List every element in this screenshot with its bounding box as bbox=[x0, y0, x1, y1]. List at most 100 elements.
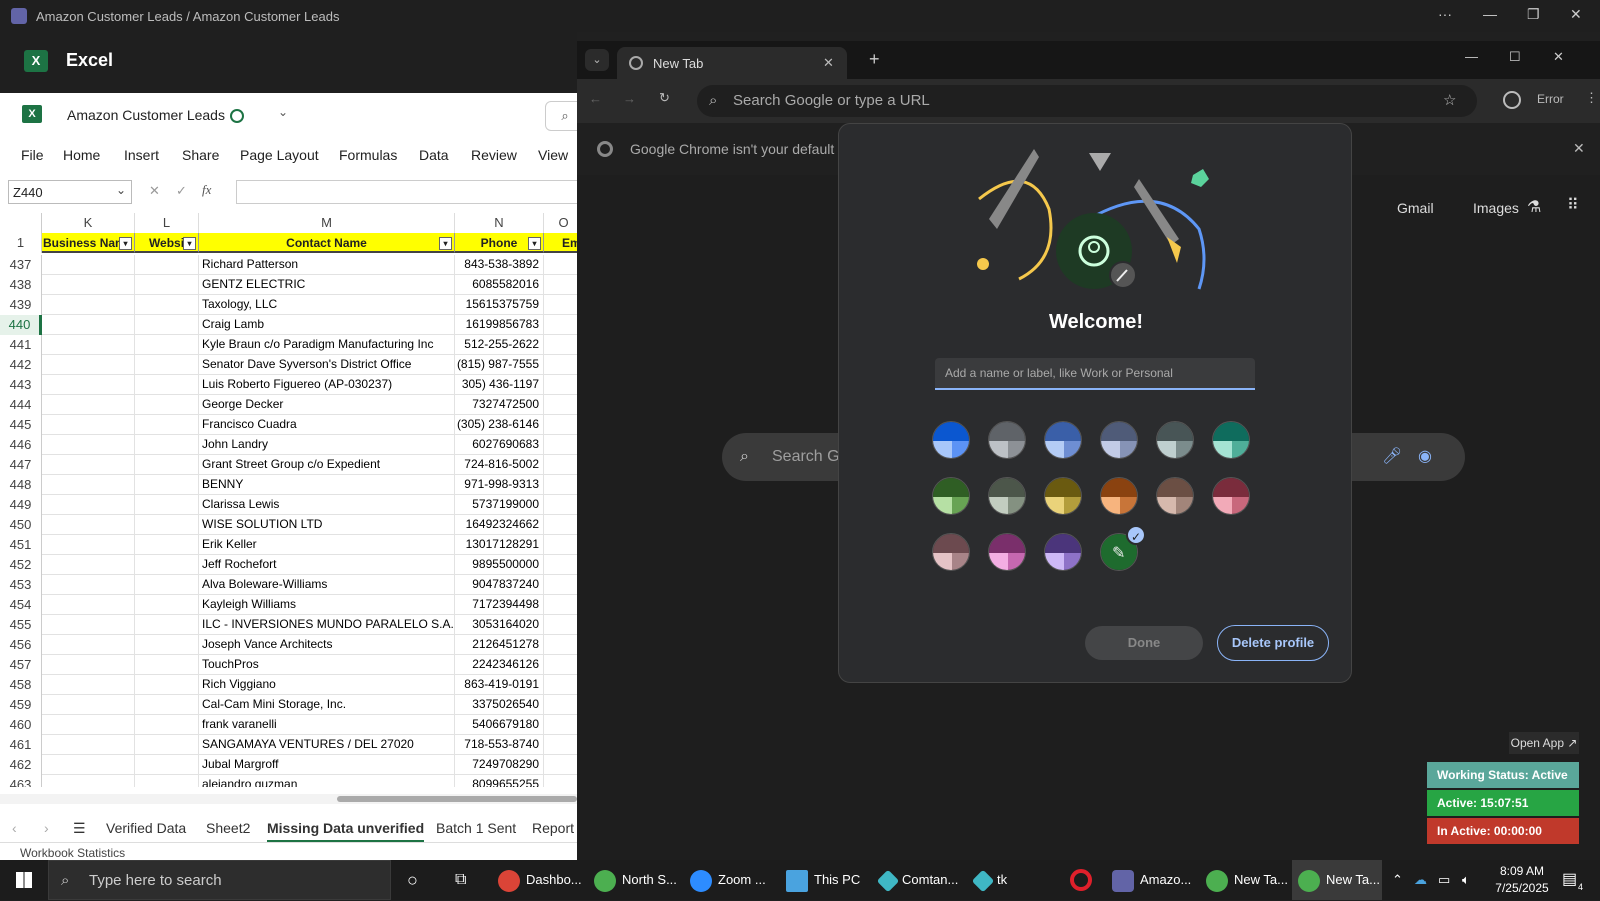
column-header-l[interactable]: L bbox=[135, 213, 199, 233]
cell-phone[interactable]: 512-255-2622 bbox=[455, 335, 544, 355]
row-number[interactable]: 447 bbox=[0, 455, 42, 475]
color-swatch[interactable] bbox=[1212, 477, 1250, 515]
cell-empty[interactable] bbox=[135, 375, 199, 395]
row-number[interactable]: 459 bbox=[0, 695, 42, 715]
cell-phone[interactable]: 8099655255 bbox=[455, 775, 544, 787]
cell-phone[interactable]: 16492324662 bbox=[455, 515, 544, 535]
cell-empty[interactable] bbox=[135, 655, 199, 675]
tab-sheet2[interactable]: Sheet2 bbox=[206, 820, 250, 836]
column-header-m[interactable]: M bbox=[199, 213, 455, 233]
cell-empty[interactable] bbox=[135, 455, 199, 475]
cell-empty[interactable] bbox=[544, 255, 577, 275]
cell-contact-name[interactable]: Erik Keller bbox=[199, 535, 455, 555]
cell-contact-name[interactable]: Senator Dave Syverson's District Office bbox=[199, 355, 455, 375]
color-swatch[interactable] bbox=[1100, 477, 1138, 515]
header-phone[interactable]: Phone ▾ bbox=[455, 233, 544, 253]
cell-empty[interactable] bbox=[42, 675, 135, 695]
cell-contact-name[interactable]: Francisco Cuadra bbox=[199, 415, 455, 435]
row-number[interactable]: 443 bbox=[0, 375, 42, 395]
cell-phone[interactable]: 5406679180 bbox=[455, 715, 544, 735]
cell-empty[interactable] bbox=[135, 475, 199, 495]
reload-icon[interactable]: ↻ bbox=[659, 90, 670, 106]
cell-empty[interactable] bbox=[544, 555, 577, 575]
cell-empty[interactable] bbox=[544, 455, 577, 475]
cell-empty[interactable] bbox=[42, 475, 135, 495]
chevron-down-icon[interactable]: ⌄ bbox=[278, 105, 288, 119]
cell-contact-name[interactable]: Kayleigh Williams bbox=[199, 595, 455, 615]
row-number[interactable]: 453 bbox=[0, 575, 42, 595]
cell-empty[interactable] bbox=[42, 415, 135, 435]
cell-empty[interactable] bbox=[42, 255, 135, 275]
row-number[interactable]: 450 bbox=[0, 515, 42, 535]
cell-empty[interactable] bbox=[544, 315, 577, 335]
menu-view[interactable]: View bbox=[538, 147, 568, 163]
banner-close-icon[interactable]: ✕ bbox=[1573, 140, 1585, 157]
cell-phone[interactable]: 7172394498 bbox=[455, 595, 544, 615]
cell-empty[interactable] bbox=[544, 355, 577, 375]
cell-empty[interactable] bbox=[42, 495, 135, 515]
cell-empty[interactable] bbox=[544, 275, 577, 295]
cell-phone[interactable]: 9047837240 bbox=[455, 575, 544, 595]
minimize-icon[interactable]: — bbox=[1483, 6, 1497, 22]
row-number[interactable]: 455 bbox=[0, 615, 42, 635]
cell-contact-name[interactable]: Cal-Cam Mini Storage, Inc. bbox=[199, 695, 455, 715]
cell-empty[interactable] bbox=[544, 535, 577, 555]
maximize-icon[interactable]: ☐ bbox=[1509, 49, 1521, 65]
row-number[interactable]: 445 bbox=[0, 415, 42, 435]
cell-empty[interactable] bbox=[135, 275, 199, 295]
cell-empty[interactable] bbox=[135, 675, 199, 695]
color-swatch[interactable] bbox=[932, 421, 970, 459]
cell-phone[interactable]: 16199856783 bbox=[455, 315, 544, 335]
row-number[interactable]: 451 bbox=[0, 535, 42, 555]
cell-empty[interactable] bbox=[42, 355, 135, 375]
cell-empty[interactable] bbox=[544, 675, 577, 695]
row-number[interactable]: 456 bbox=[0, 635, 42, 655]
fx-icon[interactable]: fx bbox=[202, 182, 211, 198]
cell-empty[interactable] bbox=[544, 695, 577, 715]
cell-contact-name[interactable]: WISE SOLUTION LTD bbox=[199, 515, 455, 535]
color-swatch[interactable] bbox=[1044, 477, 1082, 515]
cell-contact-name[interactable]: SANGAMAYA VENTURES / DEL 27020 bbox=[199, 735, 455, 755]
row-number[interactable]: 442 bbox=[0, 355, 42, 375]
cell-empty[interactable] bbox=[135, 335, 199, 355]
row-number-1[interactable]: 1 bbox=[0, 233, 42, 253]
menu-home[interactable]: Home bbox=[63, 147, 100, 163]
tab-report[interactable]: Report bbox=[532, 820, 574, 836]
cell-empty[interactable] bbox=[135, 395, 199, 415]
header-email[interactable]: Em bbox=[544, 233, 577, 253]
cell-empty[interactable] bbox=[544, 775, 577, 787]
tab-new-tab[interactable]: New Tab ✕ bbox=[617, 47, 847, 79]
gmail-link[interactable]: Gmail bbox=[1397, 200, 1434, 216]
cell-empty[interactable] bbox=[544, 635, 577, 655]
cell-phone[interactable]: 2242346126 bbox=[455, 655, 544, 675]
cell-empty[interactable] bbox=[135, 535, 199, 555]
cell-empty[interactable] bbox=[42, 755, 135, 775]
menu-insert[interactable]: Insert bbox=[124, 147, 159, 163]
color-swatch[interactable] bbox=[988, 421, 1026, 459]
menu-dots-icon[interactable]: ⋮ bbox=[1585, 90, 1598, 106]
cell-empty[interactable] bbox=[544, 715, 577, 735]
column-header-o[interactable]: O bbox=[544, 213, 577, 233]
row-number[interactable]: 441 bbox=[0, 335, 42, 355]
cell-contact-name[interactable]: GENTZ ELECTRIC bbox=[199, 275, 455, 295]
next-sheet-icon[interactable]: › bbox=[44, 820, 49, 836]
cell-empty[interactable] bbox=[42, 435, 135, 455]
menu-page-layout[interactable]: Page Layout bbox=[240, 147, 319, 163]
cell-phone[interactable]: 843-538-3892 bbox=[455, 255, 544, 275]
labs-icon[interactable]: ⚗ bbox=[1527, 197, 1541, 217]
cell-contact-name[interactable]: John Landry bbox=[199, 435, 455, 455]
new-tab-icon[interactable]: + bbox=[869, 49, 880, 70]
header-contact-name[interactable]: Contact Name ▾ bbox=[199, 233, 455, 253]
cell-empty[interactable] bbox=[544, 595, 577, 615]
cell-empty[interactable] bbox=[544, 415, 577, 435]
all-sheets-icon[interactable]: ☰ bbox=[73, 820, 86, 837]
cell-phone[interactable]: (815) 987-7555 bbox=[455, 355, 544, 375]
color-swatch[interactable] bbox=[988, 533, 1026, 571]
tab-batch-1-sent[interactable]: Batch 1 Sent bbox=[436, 820, 516, 836]
cell-empty[interactable] bbox=[42, 455, 135, 475]
cell-phone[interactable]: 9895500000 bbox=[455, 555, 544, 575]
taskbar-app-new-tab-2[interactable]: New Ta... bbox=[1292, 860, 1382, 900]
cell-empty[interactable] bbox=[135, 595, 199, 615]
cell-contact-name[interactable]: alejandro guzman bbox=[199, 775, 455, 787]
cell-phone[interactable]: 718-553-8740 bbox=[455, 735, 544, 755]
